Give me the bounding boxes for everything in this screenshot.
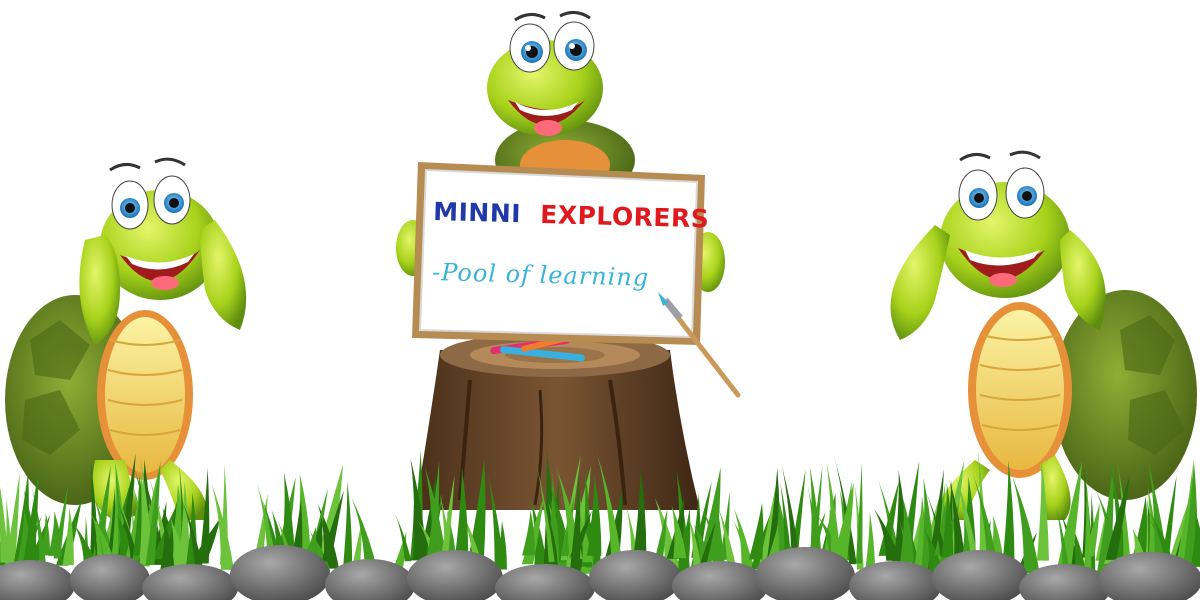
eye-left-icon: [509, 23, 551, 73]
scene: MINNI EXPLORERS -Pool of learning: [0, 11, 1200, 600]
eye-left-icon: [111, 180, 149, 230]
eye-right-icon: [553, 21, 595, 71]
sign-title-part1: MINNI: [433, 197, 522, 228]
grass-blade: [522, 510, 535, 556]
whiteboard: MINNI EXPLORERS -Pool of learning: [412, 162, 710, 345]
sign-subtitle: -Pool of learning: [432, 258, 650, 292]
turtle-left: [5, 157, 247, 520]
turtle-right: [890, 150, 1197, 520]
grass-blade: [343, 480, 353, 565]
sign-title-part2: EXPLORERS: [540, 200, 710, 233]
eye-right-icon: [153, 175, 191, 225]
tree-stump: [415, 333, 700, 510]
grass-blade: [748, 502, 764, 560]
grass-blade: [1012, 476, 1040, 574]
eye-right-icon: [1005, 167, 1045, 219]
eye-left-icon: [958, 169, 998, 221]
